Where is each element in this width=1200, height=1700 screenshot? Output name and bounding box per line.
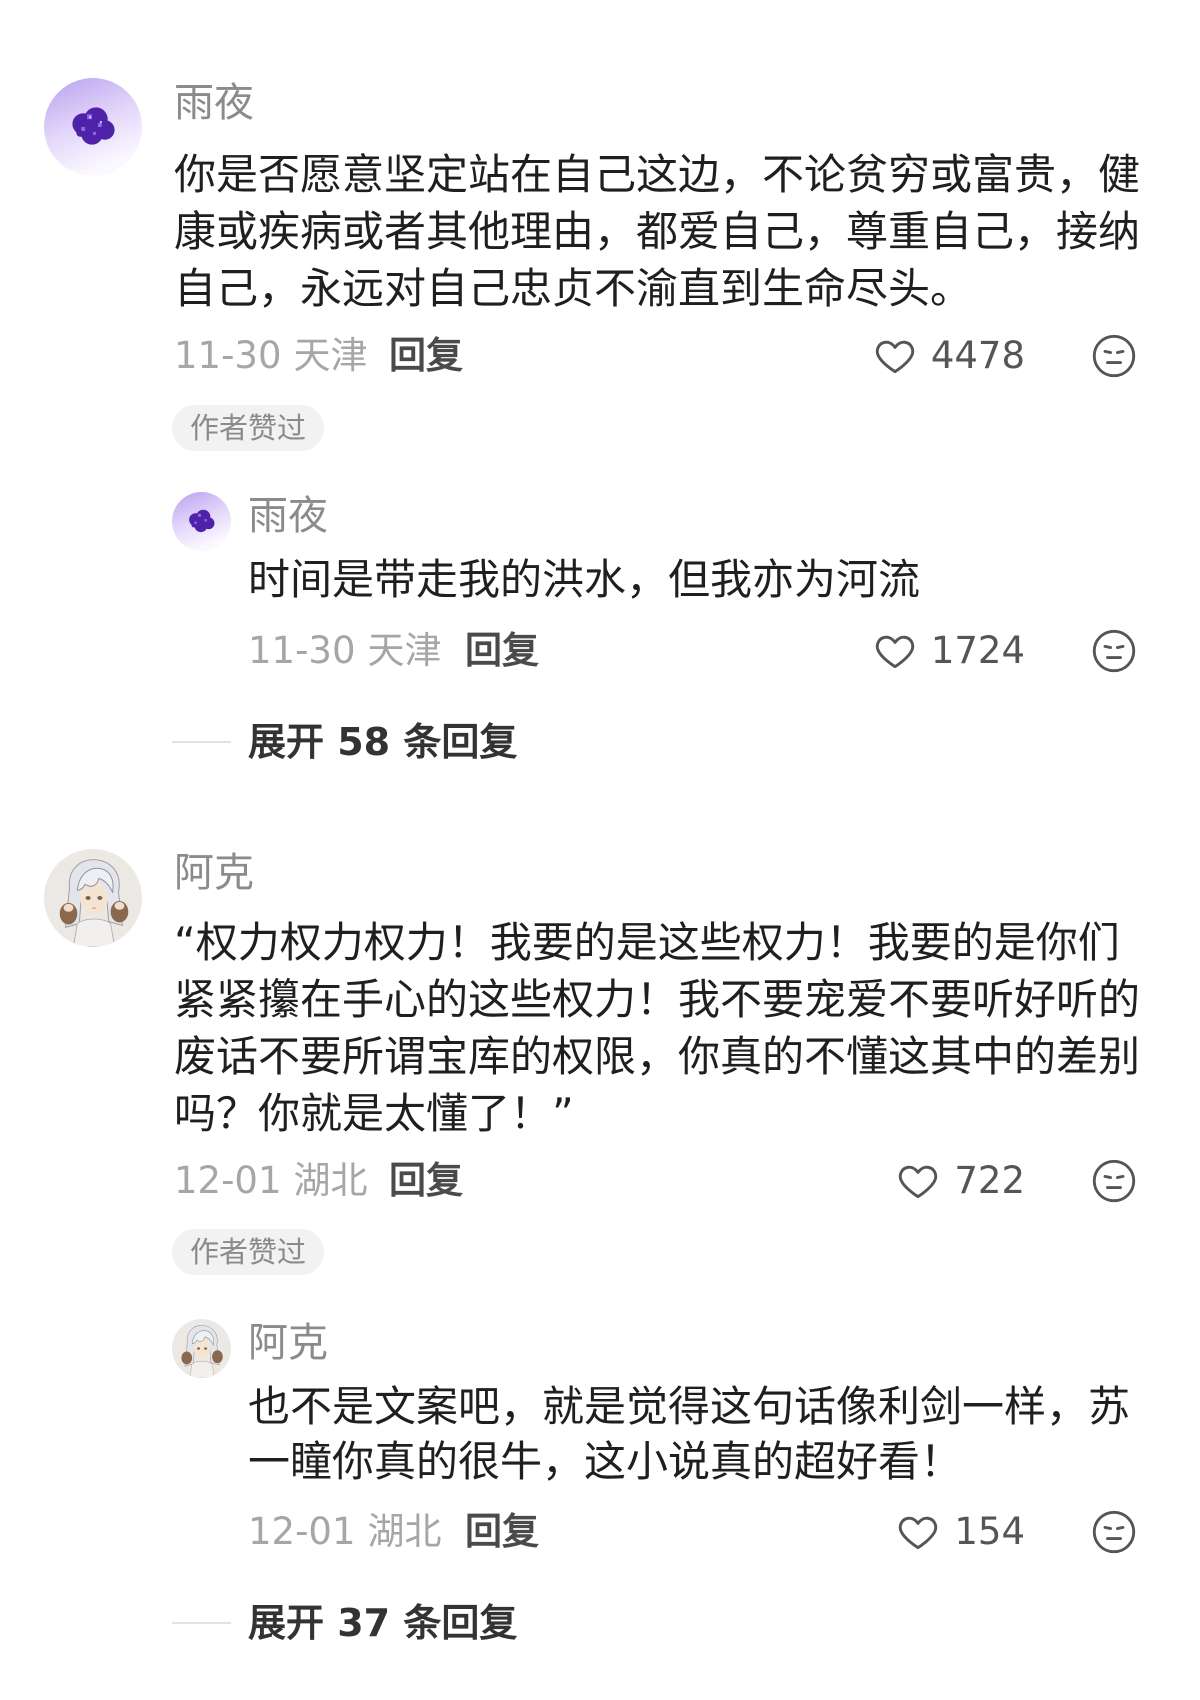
reply-button[interactable]: 回复 (465, 628, 539, 674)
comment-location: 湖北 (293, 1159, 368, 1202)
divider-line (172, 741, 231, 743)
author-liked-badge: 作者赞过 (172, 405, 325, 451)
reply-line: 一瞳你真的很牛，这小说真的超好看！ (248, 1437, 963, 1486)
reply-date: 12-01 (248, 1510, 356, 1553)
expand-replies-label: 展开 37 条回复 (248, 1601, 518, 1645)
user-avatar[interactable] (44, 849, 142, 947)
reply-button[interactable]: 回复 (389, 1158, 463, 1204)
reply-line: 时间是带走我的洪水，但我亦为河流 (248, 555, 921, 604)
purple-gem-avatar-icon (44, 78, 142, 176)
expand-replies-button[interactable]: 展开 58 条回复 (0, 720, 1200, 764)
username[interactable]: 阿克 (174, 851, 254, 895)
expand-replies-button[interactable]: 展开 37 条回复 (0, 1601, 1200, 1645)
reply-line: 也不是文案吧，就是觉得这句话像利剑一样，苏 (248, 1382, 1131, 1431)
neutral-face-icon (1092, 1159, 1136, 1203)
comment-line: 自己，永远对自己忠贞不渝直到生命尽头。 (174, 264, 973, 313)
purple-gem-avatar-icon (172, 492, 231, 551)
comment-line: 紧紧攥在手心的这些权力！我不要宠爱不要听好听的 (174, 975, 1141, 1024)
reply-meta-row: 12-01 湖北 回复 154 (0, 1509, 1200, 1555)
reply-button[interactable]: 回复 (389, 333, 463, 379)
like-count: 4478 (930, 334, 1025, 377)
heart-outline-icon (875, 340, 914, 374)
author-liked-badge: 作者赞过 (172, 1229, 325, 1275)
like-count: 1724 (930, 629, 1025, 672)
user-avatar[interactable] (172, 492, 231, 551)
reply-text: 时间是带走我的洪水，但我亦为河流 (248, 552, 1188, 607)
like-count: 722 (954, 1159, 1025, 1202)
heart-outline-icon (899, 1165, 938, 1199)
like-button[interactable]: 1724 (873, 628, 1025, 674)
silver-hair-anime-avatar-icon (172, 1319, 231, 1378)
comment-line: 康或疾病或者其他理由，都爱自己，尊重自己，接纳 (174, 207, 1141, 256)
silver-hair-anime-avatar-icon (44, 849, 142, 947)
dislike-button[interactable] (1091, 1509, 1137, 1555)
divider-line (172, 1622, 231, 1624)
comment-date-location: 12-01 湖北 (174, 1158, 368, 1204)
neutral-face-icon (1092, 629, 1136, 673)
reply-date-location: 12-01 湖北 (248, 1509, 442, 1555)
reply-date: 11-30 (248, 629, 356, 672)
dislike-button[interactable] (1091, 1158, 1137, 1204)
like-button[interactable]: 722 (896, 1158, 1025, 1204)
reply-text: 也不是文案吧，就是觉得这句话像利剑一样，苏 一瞳你真的很牛，这小说真的超好看！ (248, 1379, 1188, 1489)
username[interactable]: 雨夜 (248, 494, 328, 538)
reply-location: 天津 (367, 629, 442, 672)
reply-meta-row: 11-30 天津 回复 1724 (0, 628, 1200, 674)
comment-location: 天津 (293, 334, 368, 377)
dislike-button[interactable] (1091, 628, 1137, 674)
user-avatar[interactable] (44, 78, 142, 176)
comment-text: “权力权力权力！我要的是这些权力！我要的是你们 紧紧攥在手心的这些权力！我不要宠… (174, 914, 1184, 1142)
comment-line: “权力权力权力！我要的是这些权力！我要的是你们 (174, 918, 1120, 967)
reply-date-location: 11-30 天津 (248, 628, 442, 674)
comment-meta-row: 12-01 湖北 回复 722 (0, 1158, 1200, 1204)
expand-replies-label: 展开 58 条回复 (248, 720, 518, 764)
like-count: 154 (954, 1510, 1025, 1553)
heart-outline-icon (899, 1516, 938, 1550)
neutral-face-icon (1092, 1510, 1136, 1554)
like-button[interactable]: 154 (896, 1509, 1025, 1555)
like-button[interactable]: 4478 (873, 333, 1025, 379)
comment-line: 你是否愿意坚定站在自己这边，不论贫穷或富贵，健 (174, 150, 1141, 199)
reply-location: 湖北 (367, 1510, 442, 1553)
comment-date: 11-30 (174, 334, 282, 377)
username[interactable]: 雨夜 (174, 81, 254, 125)
comment-date: 12-01 (174, 1159, 282, 1202)
comment-meta-row: 11-30 天津 回复 4478 (0, 333, 1200, 379)
comment-line: 吗？你就是太懂了！” (174, 1089, 574, 1138)
username[interactable]: 阿克 (248, 1321, 328, 1365)
comment-text: 你是否愿意坚定站在自己这边，不论贫穷或富贵，健 康或疾病或者其他理由，都爱自己，… (174, 146, 1184, 317)
reply-button[interactable]: 回复 (465, 1509, 539, 1555)
dislike-button[interactable] (1091, 333, 1137, 379)
neutral-face-icon (1092, 334, 1136, 378)
comment-date-location: 11-30 天津 (174, 333, 368, 379)
comment-line: 废话不要所谓宝库的权限，你真的不懂这其中的差别 (174, 1032, 1141, 1081)
user-avatar[interactable] (172, 1319, 231, 1378)
heart-outline-icon (875, 635, 914, 669)
